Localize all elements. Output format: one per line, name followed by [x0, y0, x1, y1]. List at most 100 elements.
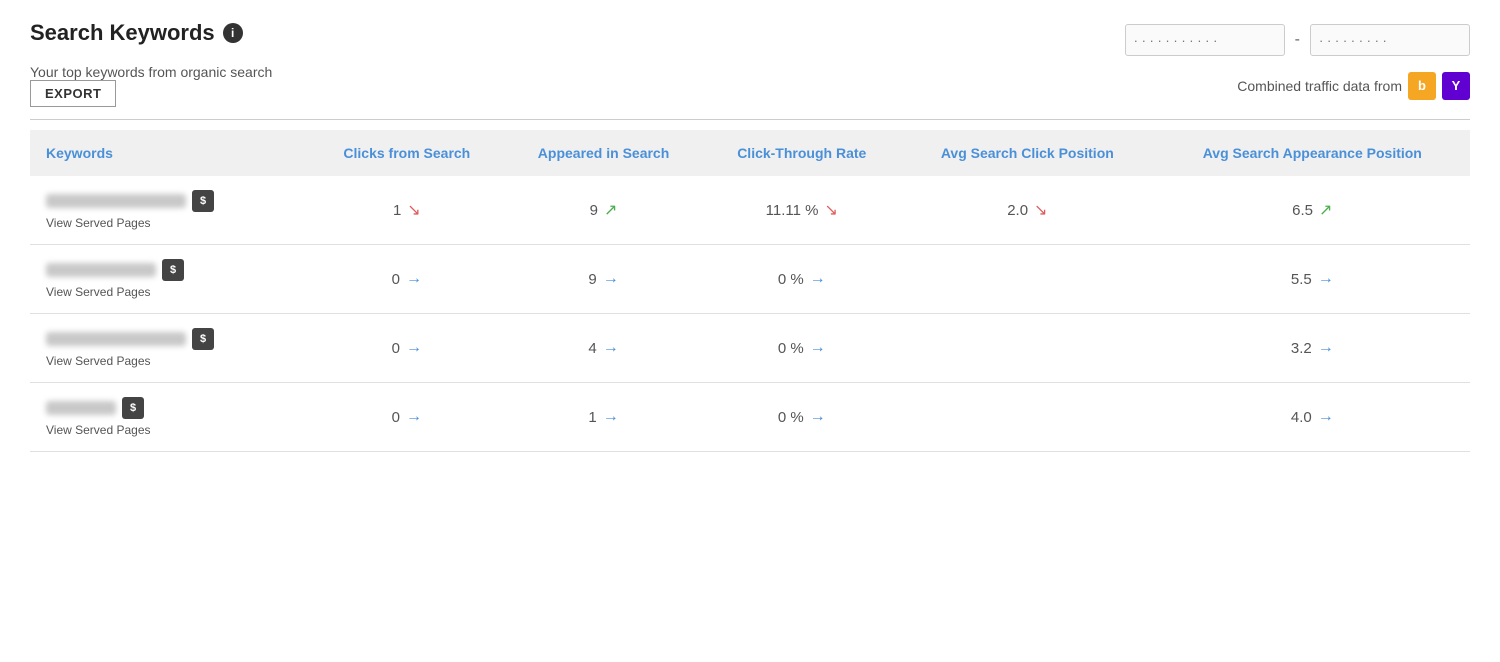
table-row: $ View Served Pages 0→ 1→ 0 %→ 4. [30, 383, 1470, 452]
date-from-input[interactable] [1125, 24, 1285, 56]
col-avg-search-click-position: Avg Search Click Position [900, 130, 1155, 176]
ctr-cell: 0 %→ [703, 383, 900, 452]
subtitle-row: Your top keywords from organic search EX… [30, 64, 1470, 107]
appeared-in-search-cell: 9→ [504, 245, 704, 314]
clicks-value: 0→ [392, 339, 422, 357]
title-text: Search Keywords [30, 20, 215, 46]
keyword-name-row: $ [46, 259, 184, 281]
trend-arrow-down: ↘ [407, 200, 420, 220]
appeared-in-search-cell: 4→ [504, 314, 704, 383]
trend-arrow-right: → [603, 270, 619, 288]
avg-appearance-value: 3.2→ [1291, 339, 1334, 357]
keyword-cell: $ View Served Pages [30, 245, 310, 314]
yahoo-logo: Y [1442, 72, 1470, 100]
keyword-name-row: $ [46, 328, 214, 350]
table-row: $ View Served Pages 0→ 9→ 0 %→ 5. [30, 245, 1470, 314]
keyword-name-row: $ [46, 190, 214, 212]
appeared-in-search-cell: 9↗ [504, 176, 704, 245]
trend-arrow-right: → [1318, 339, 1334, 357]
trend-arrow-right: → [406, 408, 422, 426]
view-served-pages-link[interactable]: View Served Pages [46, 354, 300, 368]
clicks-from-search-cell: 0→ [310, 383, 504, 452]
trend-arrow-up: ↗ [604, 200, 617, 220]
appeared-value: 9↗ [590, 200, 618, 220]
col-keywords: Keywords [30, 130, 310, 176]
clicks-from-search-cell: 1↘ [310, 176, 504, 245]
keyword-blurred-text [46, 194, 186, 208]
ctr-value: 0 %→ [778, 408, 826, 426]
clicks-from-search-cell: 0→ [310, 245, 504, 314]
col-appeared-in-search: Appeared in Search [504, 130, 704, 176]
keyword-blurred-text [46, 263, 156, 277]
clicks-from-search-cell: 0→ [310, 314, 504, 383]
traffic-source-label: Combined traffic data from b Y [1237, 72, 1470, 100]
dollar-badge: $ [192, 328, 214, 350]
ctr-value: 11.11 %↘ [766, 200, 838, 220]
trend-arrow-right: → [406, 270, 422, 288]
dollar-badge: $ [122, 397, 144, 419]
subtitle-text: Your top keywords from organic search [30, 64, 272, 80]
avg-appearance-position-cell: 5.5→ [1155, 245, 1470, 314]
ctr-cell: 11.11 %↘ [703, 176, 900, 245]
traffic-label-text: Combined traffic data from [1237, 78, 1402, 94]
export-button[interactable]: EXPORT [30, 80, 116, 107]
appeared-value: 1→ [588, 408, 618, 426]
avg-click-position-cell [900, 245, 1155, 314]
bing-logo: b [1408, 72, 1436, 100]
avg-appearance-value: 4.0→ [1291, 408, 1334, 426]
avg-click-position-cell [900, 383, 1155, 452]
avg-appearance-value: 6.5↗ [1292, 200, 1332, 220]
avg-appearance-position-cell: 6.5↗ [1155, 176, 1470, 245]
section-divider [30, 119, 1470, 120]
clicks-value: 1↘ [393, 200, 421, 220]
ctr-value: 0 %→ [778, 339, 826, 357]
keyword-cell: $ View Served Pages [30, 383, 310, 452]
date-separator: - [1295, 31, 1300, 49]
keyword-cell: $ View Served Pages [30, 176, 310, 245]
avg-click-value: 2.0↘ [1007, 200, 1047, 220]
ctr-cell: 0 %→ [703, 314, 900, 383]
trend-arrow-right: → [603, 408, 619, 426]
trend-arrow-right: → [810, 339, 826, 357]
table-body: $ View Served Pages 1↘ 9↗ 11.11 %↘ 2.0↘ [30, 176, 1470, 452]
ctr-value: 0 %→ [778, 270, 826, 288]
date-to-input[interactable] [1310, 24, 1470, 56]
view-served-pages-link[interactable]: View Served Pages [46, 423, 300, 437]
appeared-in-search-cell: 1→ [504, 383, 704, 452]
trend-arrow-right: → [810, 270, 826, 288]
avg-click-position-cell [900, 314, 1155, 383]
view-served-pages-link[interactable]: View Served Pages [46, 285, 300, 299]
view-served-pages-link[interactable]: View Served Pages [46, 216, 300, 230]
avg-appearance-value: 5.5→ [1291, 270, 1334, 288]
trend-arrow-right: → [1318, 408, 1334, 426]
trend-arrow-right: → [1318, 270, 1334, 288]
keyword-cell: $ View Served Pages [30, 314, 310, 383]
avg-appearance-position-cell: 4.0→ [1155, 383, 1470, 452]
info-icon[interactable]: i [223, 23, 243, 43]
table-row: $ View Served Pages 1↘ 9↗ 11.11 %↘ 2.0↘ [30, 176, 1470, 245]
appeared-value: 4→ [588, 339, 618, 357]
clicks-value: 0→ [392, 270, 422, 288]
avg-appearance-position-cell: 3.2→ [1155, 314, 1470, 383]
col-click-through-rate: Click-Through Rate [703, 130, 900, 176]
trend-arrow-right: → [810, 408, 826, 426]
dollar-badge: $ [192, 190, 214, 212]
page-title: Search Keywords i [30, 20, 243, 46]
col-avg-search-appearance-position: Avg Search Appearance Position [1155, 130, 1470, 176]
page-header: Search Keywords i - [30, 20, 1470, 56]
trend-arrow-right: → [406, 339, 422, 357]
title-area: Search Keywords i [30, 20, 243, 46]
trend-arrow-down: ↘ [824, 200, 837, 220]
trend-arrow-up: ↗ [1319, 200, 1332, 220]
clicks-value: 0→ [392, 408, 422, 426]
keyword-name-row: $ [46, 397, 144, 419]
keyword-blurred-text [46, 401, 116, 415]
ctr-cell: 0 %→ [703, 245, 900, 314]
subtitle-left: Your top keywords from organic search EX… [30, 64, 272, 107]
table-header-row: Keywords Clicks from Search Appeared in … [30, 130, 1470, 176]
appeared-value: 9→ [588, 270, 618, 288]
date-range-selector: - [1125, 24, 1470, 56]
keyword-blurred-text [46, 332, 186, 346]
avg-click-position-cell: 2.0↘ [900, 176, 1155, 245]
dollar-badge: $ [162, 259, 184, 281]
